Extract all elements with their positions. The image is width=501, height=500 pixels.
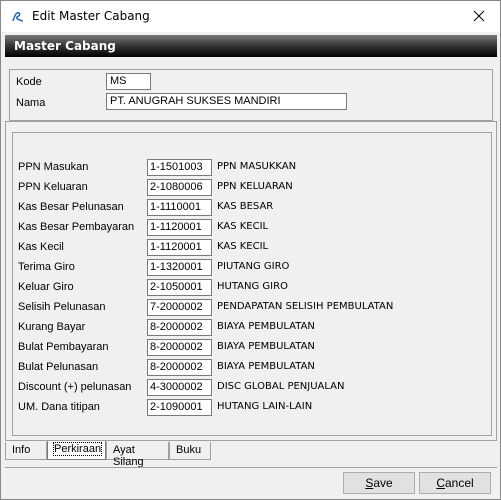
account-code-field[interactable]: 2-1080006: [147, 179, 212, 196]
account-code-field[interactable]: 1-1110001: [147, 199, 212, 216]
account-description: HUTANG GIRO: [217, 281, 288, 292]
account-label: PPN Masukan: [18, 161, 89, 173]
kode-field[interactable]: MS: [106, 73, 151, 90]
account-label: Kas Besar Pembayaran: [18, 221, 135, 233]
account-label: UM. Dana titipan: [18, 401, 100, 413]
account-description: KAS KECIL: [217, 241, 269, 252]
account-code-field[interactable]: 8-2000002: [147, 339, 212, 356]
app-icon: [12, 11, 24, 22]
identity-panel: Kode MS Nama PT. ANUGRAH SUKSES MANDIRI: [9, 69, 493, 121]
account-description: PPN KELUARAN: [217, 181, 293, 192]
close-icon[interactable]: [471, 9, 487, 23]
account-description: DISC GLOBAL PENJUALAN: [217, 381, 345, 392]
account-label: Bulat Pembayaran: [18, 341, 109, 353]
title-bar: Edit Master Cabang: [1, 1, 500, 32]
account-description: KAS KECIL: [217, 221, 269, 232]
account-description: PENDAPATAN SELISIH PEMBULATAN: [217, 301, 394, 312]
account-label: Kurang Bayar: [18, 321, 86, 333]
account-code-field[interactable]: 4-3000002: [147, 379, 212, 396]
tab-ayat-silang[interactable]: Ayat Silang: [106, 442, 169, 468]
account-label: Selisih Pelunasan: [18, 301, 106, 313]
account-label: Bulat Pelunasan: [18, 361, 99, 373]
account-description: BIAYA PEMBULATAN: [217, 321, 315, 332]
account-code-field[interactable]: 8-2000002: [147, 359, 212, 376]
account-code-field[interactable]: 1-1501003: [147, 159, 212, 176]
nama-label: Nama: [16, 97, 46, 109]
cancel-button[interactable]: Cancel: [419, 472, 491, 494]
header-bar: Master Cabang: [5, 35, 497, 57]
nama-field[interactable]: PT. ANUGRAH SUKSES MANDIRI: [106, 93, 347, 110]
account-code-field[interactable]: 2-1050001: [147, 279, 212, 296]
account-label: Kas Besar Pelunasan: [18, 201, 124, 213]
account-label: Discount (+) pelunasan: [18, 381, 132, 393]
account-description: HUTANG LAIN-LAIN: [217, 401, 313, 412]
account-description: PIUTANG GIRO: [217, 261, 290, 272]
account-description: KAS BESAR: [217, 201, 274, 212]
account-code-field[interactable]: 7-2000002: [147, 299, 212, 316]
window-title: Edit Master Cabang: [32, 9, 150, 23]
account-label: Kas Kecil: [18, 241, 64, 253]
account-label: PPN Keluaran: [18, 181, 88, 193]
kode-label: Kode: [16, 76, 42, 88]
header-title: Master Cabang: [14, 39, 116, 53]
account-code-field[interactable]: 1-1120001: [147, 239, 212, 256]
save-button[interactable]: Save: [343, 472, 415, 494]
tab-perkiraan[interactable]: Perkiraan: [47, 441, 106, 460]
account-label: Terima Giro: [18, 261, 75, 273]
divider: [5, 467, 497, 468]
tab-buku[interactable]: Buku: [169, 442, 211, 460]
account-code-field[interactable]: 1-1320001: [147, 259, 212, 276]
account-description: BIAYA PEMBULATAN: [217, 361, 315, 372]
account-code-field[interactable]: 2-1090001: [147, 399, 212, 416]
account-code-field[interactable]: 1-1120001: [147, 219, 212, 236]
account-code-field[interactable]: 8-2000002: [147, 319, 212, 336]
account-description: BIAYA PEMBULATAN: [217, 341, 315, 352]
account-label: Keluar Giro: [18, 281, 74, 293]
edit-master-cabang-window: Edit Master Cabang Master Cabang Kode MS…: [0, 0, 501, 500]
account-description: PPN MASUKKAN: [217, 161, 297, 172]
tab-info[interactable]: Info: [5, 442, 47, 460]
